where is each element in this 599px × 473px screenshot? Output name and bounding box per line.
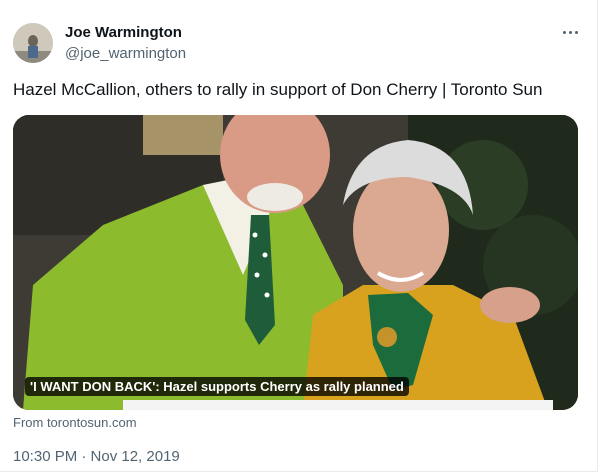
more-options-icon[interactable] xyxy=(559,22,581,42)
tweet-timestamp[interactable]: 10:30 PM · Nov 12, 2019 xyxy=(13,448,180,465)
author-avatar[interactable] xyxy=(13,23,53,63)
author-display-name[interactable]: Joe Warmington xyxy=(65,24,182,41)
card-caption: 'I WANT DON BACK': Hazel supports Cherry… xyxy=(25,377,409,396)
link-card[interactable]: 'I WANT DON BACK': Hazel supports Cherry… xyxy=(13,115,578,410)
tweet-text: Hazel McCallion, others to rally in supp… xyxy=(13,80,543,99)
avatar-image xyxy=(13,23,53,63)
card-image xyxy=(13,115,578,410)
tweet-container: Joe Warmington @joe_warmington Hazel McC… xyxy=(0,0,598,472)
card-source[interactable]: From torontosun.com xyxy=(13,415,137,430)
author-handle[interactable]: @joe_warmington xyxy=(65,45,186,62)
